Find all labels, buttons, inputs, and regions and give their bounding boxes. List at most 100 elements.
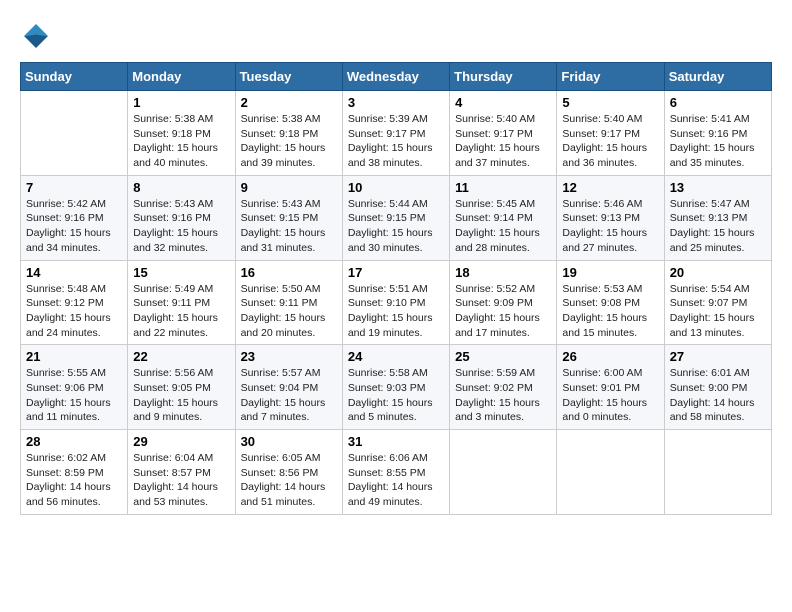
calendar-cell: 15 Sunrise: 5:49 AMSunset: 9:11 PMDayligh… [128,260,235,345]
cell-content: Sunrise: 5:56 AMSunset: 9:05 PMDaylight:… [133,366,229,425]
cell-content: Sunrise: 5:38 AMSunset: 9:18 PMDaylight:… [241,112,337,171]
cell-content: Sunrise: 5:52 AMSunset: 9:09 PMDaylight:… [455,282,551,341]
cell-content: Sunrise: 5:55 AMSunset: 9:06 PMDaylight:… [26,366,122,425]
calendar-cell [557,430,664,515]
col-header-friday: Friday [557,63,664,91]
day-number: 16 [241,265,337,280]
cell-content: Sunrise: 5:58 AMSunset: 9:03 PMDaylight:… [348,366,444,425]
cell-content: Sunrise: 6:06 AMSunset: 8:55 PMDaylight:… [348,451,444,510]
day-number: 30 [241,434,337,449]
logo-icon [20,20,52,52]
day-number: 3 [348,95,444,110]
calendar-cell: 23 Sunrise: 5:57 AMSunset: 9:04 PMDayligh… [235,345,342,430]
day-number: 6 [670,95,766,110]
calendar-cell: 14 Sunrise: 5:48 AMSunset: 9:12 PMDayligh… [21,260,128,345]
day-number: 17 [348,265,444,280]
cell-content: Sunrise: 5:39 AMSunset: 9:17 PMDaylight:… [348,112,444,171]
col-header-monday: Monday [128,63,235,91]
calendar-cell: 31 Sunrise: 6:06 AMSunset: 8:55 PMDayligh… [342,430,449,515]
calendar-cell: 9 Sunrise: 5:43 AMSunset: 9:15 PMDaylight… [235,175,342,260]
cell-content: Sunrise: 5:57 AMSunset: 9:04 PMDaylight:… [241,366,337,425]
cell-content: Sunrise: 6:00 AMSunset: 9:01 PMDaylight:… [562,366,658,425]
day-number: 21 [26,349,122,364]
calendar-cell: 1 Sunrise: 5:38 AMSunset: 9:18 PMDaylight… [128,91,235,176]
day-number: 23 [241,349,337,364]
calendar-cell: 13 Sunrise: 5:47 AMSunset: 9:13 PMDayligh… [664,175,771,260]
cell-content: Sunrise: 5:48 AMSunset: 9:12 PMDaylight:… [26,282,122,341]
page-header [20,20,772,52]
calendar-cell: 24 Sunrise: 5:58 AMSunset: 9:03 PMDayligh… [342,345,449,430]
cell-content: Sunrise: 5:54 AMSunset: 9:07 PMDaylight:… [670,282,766,341]
day-number: 13 [670,180,766,195]
week-row-4: 21 Sunrise: 5:55 AMSunset: 9:06 PMDayligh… [21,345,772,430]
cell-content: Sunrise: 5:42 AMSunset: 9:16 PMDaylight:… [26,197,122,256]
calendar-cell: 27 Sunrise: 6:01 AMSunset: 9:00 PMDayligh… [664,345,771,430]
calendar-cell: 7 Sunrise: 5:42 AMSunset: 9:16 PMDaylight… [21,175,128,260]
cell-content: Sunrise: 5:44 AMSunset: 9:15 PMDaylight:… [348,197,444,256]
cell-content: Sunrise: 6:05 AMSunset: 8:56 PMDaylight:… [241,451,337,510]
week-row-5: 28Sunrise: 6:02 AMSunset: 8:59 PMDayligh… [21,430,772,515]
day-number: 4 [455,95,551,110]
calendar-cell: 22 Sunrise: 5:56 AMSunset: 9:05 PMDayligh… [128,345,235,430]
day-number: 19 [562,265,658,280]
cell-content: Sunrise: 5:50 AMSunset: 9:11 PMDaylight:… [241,282,337,341]
calendar-cell: 25 Sunrise: 5:59 AMSunset: 9:02 PMDayligh… [450,345,557,430]
cell-content: Sunrise: 6:01 AMSunset: 9:00 PMDaylight:… [670,366,766,425]
col-header-thursday: Thursday [450,63,557,91]
col-header-sunday: Sunday [21,63,128,91]
day-number: 14 [26,265,122,280]
calendar-cell: 18 Sunrise: 5:52 AMSunset: 9:09 PMDayligh… [450,260,557,345]
day-number: 31 [348,434,444,449]
day-number: 29 [133,434,229,449]
calendar-cell: 29 Sunrise: 6:04 AMSunset: 8:57 PMDayligh… [128,430,235,515]
calendar-cell: 30 Sunrise: 6:05 AMSunset: 8:56 PMDayligh… [235,430,342,515]
day-number: 27 [670,349,766,364]
calendar-cell: 16 Sunrise: 5:50 AMSunset: 9:11 PMDayligh… [235,260,342,345]
header-row: SundayMondayTuesdayWednesdayThursdayFrid… [21,63,772,91]
calendar-cell: 6Sunrise: 5:41 AMSunset: 9:16 PMDaylight… [664,91,771,176]
calendar-cell: 3 Sunrise: 5:39 AMSunset: 9:17 PMDaylight… [342,91,449,176]
calendar-cell: 2 Sunrise: 5:38 AMSunset: 9:18 PMDaylight… [235,91,342,176]
day-number: 1 [133,95,229,110]
day-number: 18 [455,265,551,280]
day-number: 2 [241,95,337,110]
calendar-cell: 17Sunrise: 5:51 AMSunset: 9:10 PMDayligh… [342,260,449,345]
day-number: 5 [562,95,658,110]
day-number: 26 [562,349,658,364]
cell-content: Sunrise: 5:43 AMSunset: 9:16 PMDaylight:… [133,197,229,256]
calendar-cell: 11 Sunrise: 5:45 AMSunset: 9:14 PMDayligh… [450,175,557,260]
calendar-cell: 26 Sunrise: 6:00 AMSunset: 9:01 PMDayligh… [557,345,664,430]
cell-content: Sunrise: 5:43 AMSunset: 9:15 PMDaylight:… [241,197,337,256]
calendar-cell: 8Sunrise: 5:43 AMSunset: 9:16 PMDaylight… [128,175,235,260]
calendar-cell: 12 Sunrise: 5:46 AMSunset: 9:13 PMDayligh… [557,175,664,260]
day-number: 28 [26,434,122,449]
cell-content: Sunrise: 5:47 AMSunset: 9:13 PMDaylight:… [670,197,766,256]
calendar-cell [450,430,557,515]
day-number: 11 [455,180,551,195]
cell-content: Sunrise: 6:04 AMSunset: 8:57 PMDaylight:… [133,451,229,510]
day-number: 22 [133,349,229,364]
day-number: 15 [133,265,229,280]
cell-content: Sunrise: 5:59 AMSunset: 9:02 PMDaylight:… [455,366,551,425]
calendar-cell: 28Sunrise: 6:02 AMSunset: 8:59 PMDayligh… [21,430,128,515]
day-number: 10 [348,180,444,195]
cell-content: Sunrise: 5:53 AMSunset: 9:08 PMDaylight:… [562,282,658,341]
calendar-cell: 4Sunrise: 5:40 AMSunset: 9:17 PMDaylight… [450,91,557,176]
calendar-cell: 19 Sunrise: 5:53 AMSunset: 9:08 PMDayligh… [557,260,664,345]
col-header-saturday: Saturday [664,63,771,91]
cell-content: Sunrise: 5:49 AMSunset: 9:11 PMDaylight:… [133,282,229,341]
day-number: 7 [26,180,122,195]
day-number: 12 [562,180,658,195]
calendar-cell: 20Sunrise: 5:54 AMSunset: 9:07 PMDayligh… [664,260,771,345]
logo [20,20,56,52]
week-row-1: 1 Sunrise: 5:38 AMSunset: 9:18 PMDaylight… [21,91,772,176]
calendar-table: SundayMondayTuesdayWednesdayThursdayFrid… [20,62,772,515]
cell-content: Sunrise: 5:46 AMSunset: 9:13 PMDaylight:… [562,197,658,256]
day-number: 24 [348,349,444,364]
cell-content: Sunrise: 5:38 AMSunset: 9:18 PMDaylight:… [133,112,229,171]
day-number: 25 [455,349,551,364]
cell-content: Sunrise: 5:45 AMSunset: 9:14 PMDaylight:… [455,197,551,256]
week-row-2: 7 Sunrise: 5:42 AMSunset: 9:16 PMDaylight… [21,175,772,260]
day-number: 9 [241,180,337,195]
col-header-tuesday: Tuesday [235,63,342,91]
